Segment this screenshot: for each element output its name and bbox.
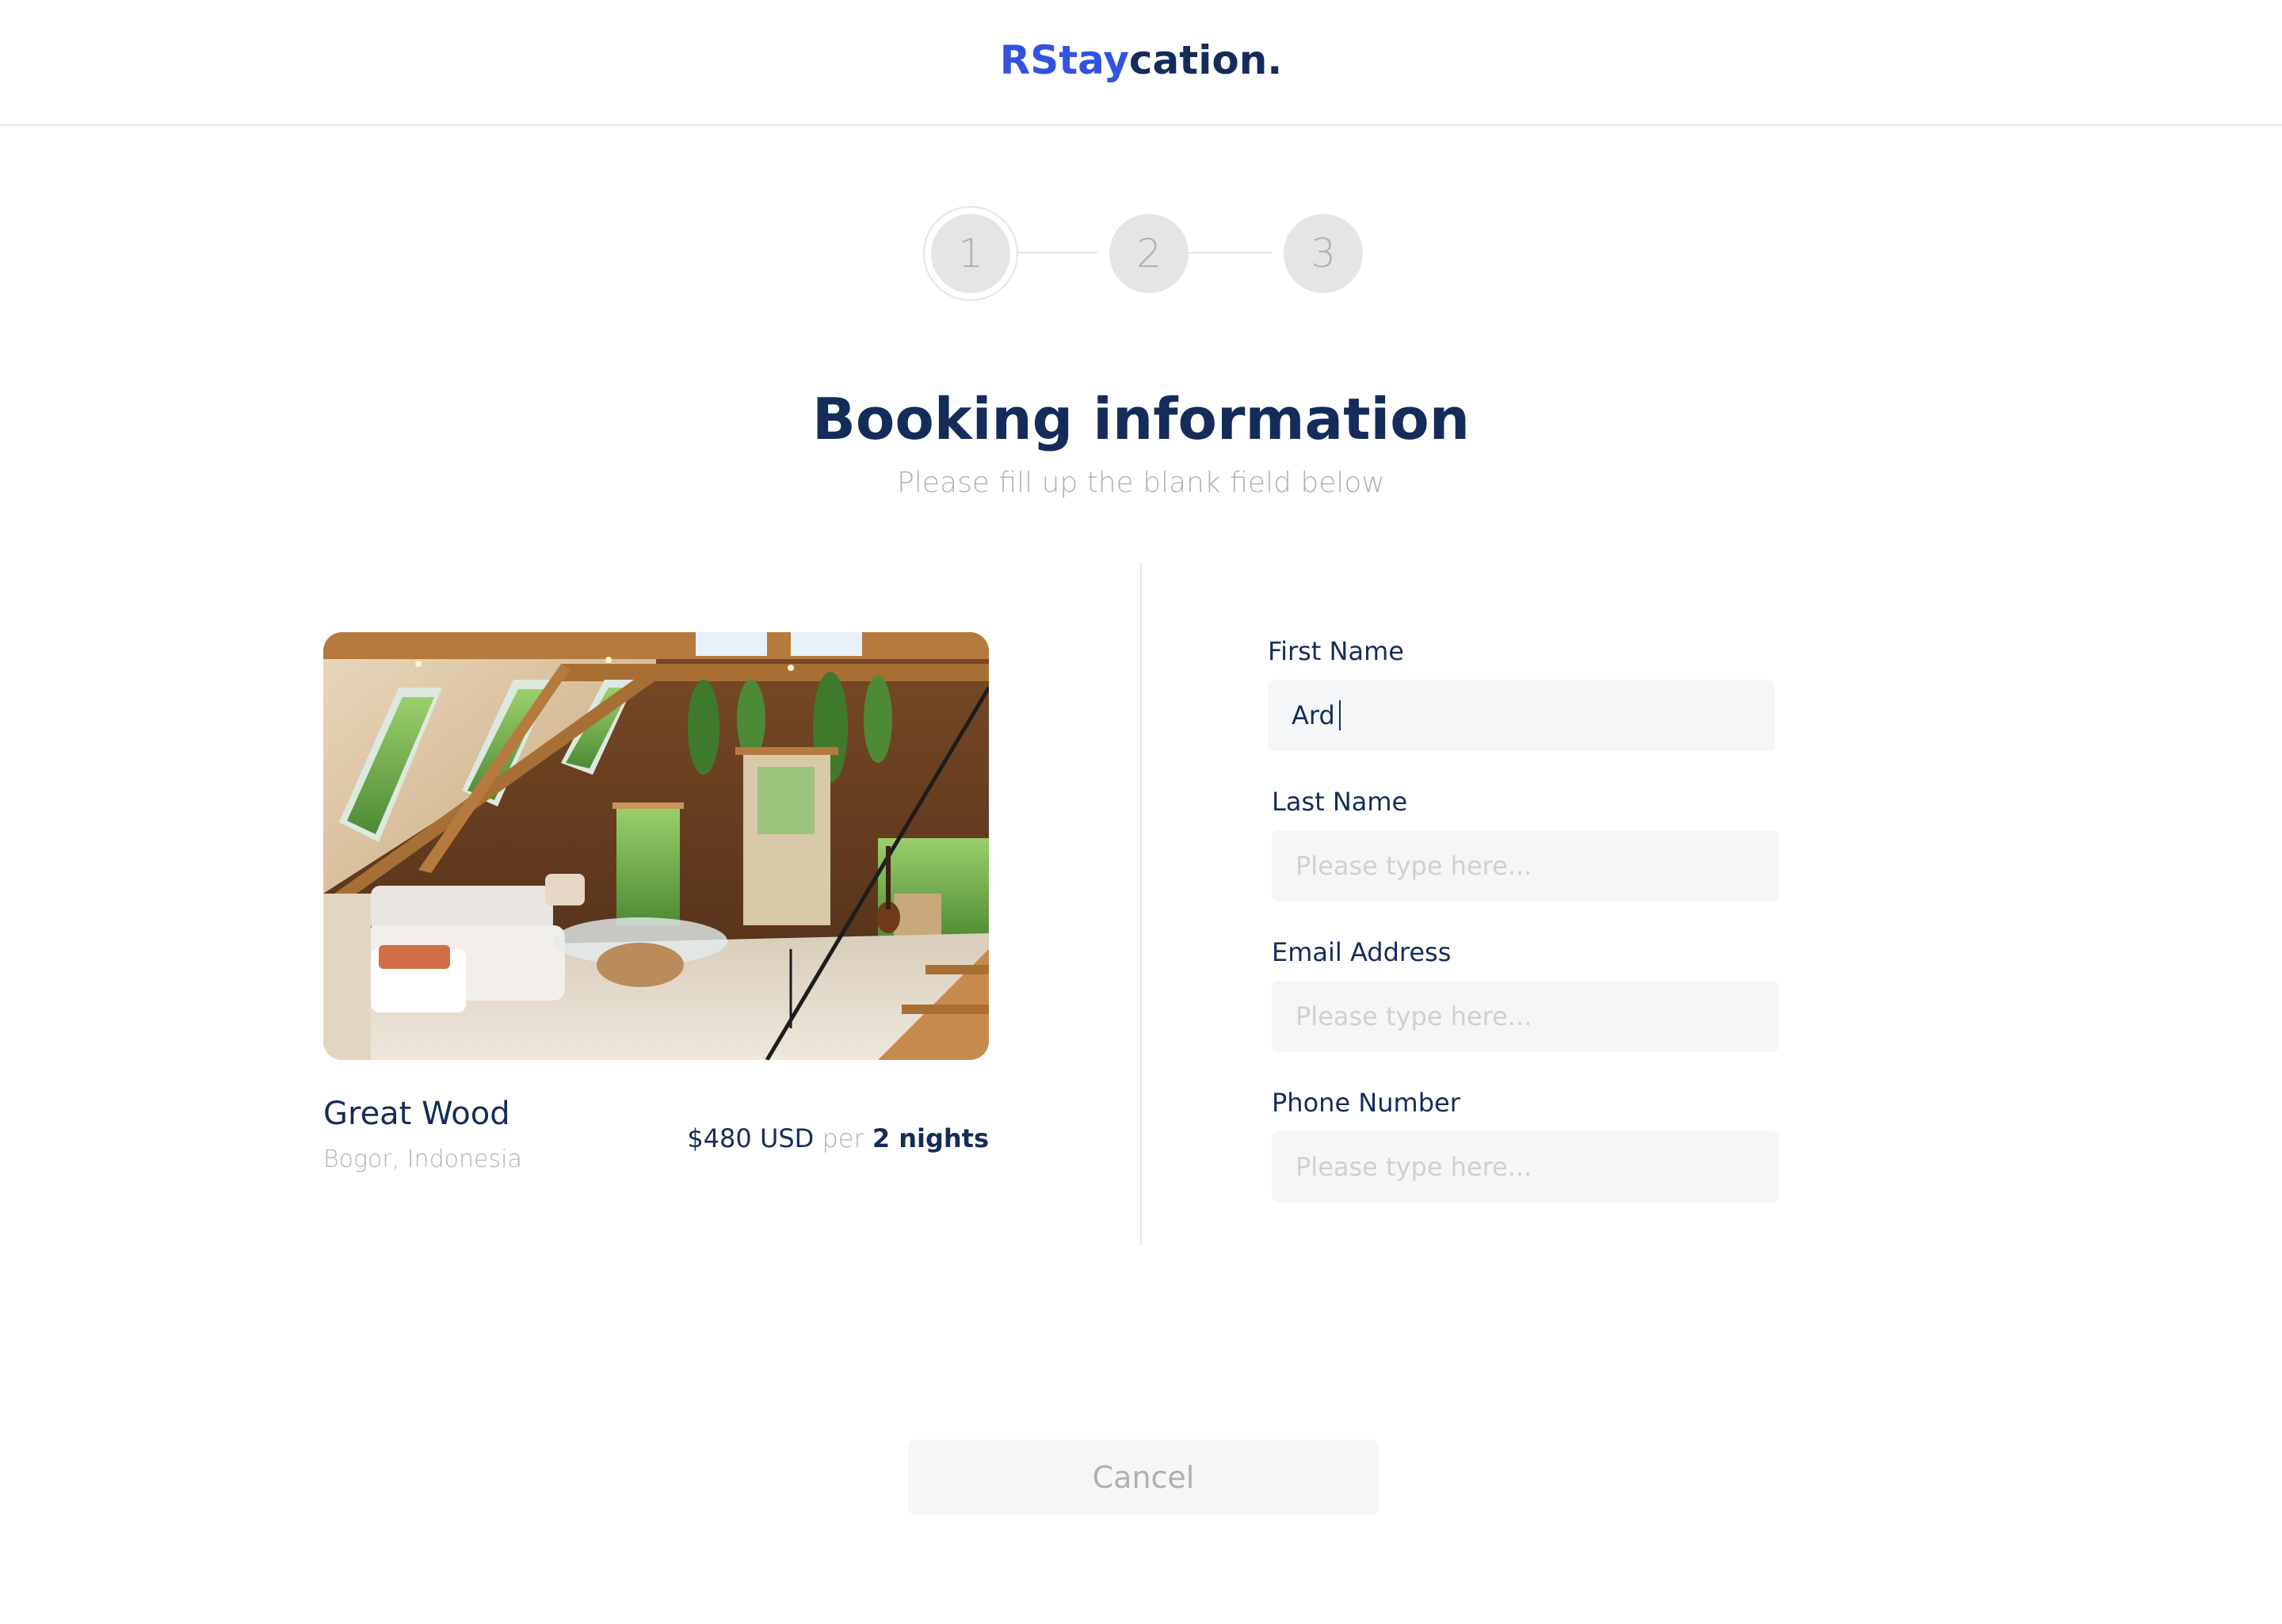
- page-subtitle: Please fill up the blank field below: [897, 467, 1385, 499]
- phone-input[interactable]: [1272, 1131, 1779, 1203]
- property-image: [323, 632, 989, 1060]
- booking-page: RStaycation. 1 2 3 Booking information P…: [0, 0, 2282, 1624]
- last-name-input[interactable]: [1272, 830, 1779, 902]
- text-caret: [1339, 700, 1341, 730]
- property-location: Bogor, Indonesia: [323, 1146, 522, 1173]
- step-number: 3: [1311, 231, 1336, 276]
- stepper-connector: [1177, 252, 1272, 254]
- cancel-button[interactable]: Cancel: [908, 1439, 1379, 1515]
- first-name-input[interactable]: [1268, 680, 1775, 751]
- property-name: Great Wood: [323, 1096, 510, 1132]
- property-price: $480 USD per 2 nights: [681, 1123, 989, 1153]
- step-number: 2: [1136, 231, 1162, 276]
- stepper: 1 2 3: [923, 206, 1367, 301]
- price-amount: $480 USD: [687, 1123, 815, 1153]
- step-number: 1: [958, 231, 983, 276]
- brand-logo-secondary: cation.: [1128, 36, 1283, 83]
- page-title: Booking information: [812, 386, 1470, 452]
- price-per: per: [822, 1123, 864, 1153]
- first-name-label: First Name: [1268, 636, 1404, 666]
- step-3: 3: [1284, 214, 1363, 293]
- step-1: 1: [931, 214, 1010, 293]
- living-room-photo-icon: [323, 632, 989, 1060]
- email-input[interactable]: [1272, 981, 1779, 1052]
- step-2: 2: [1109, 214, 1189, 293]
- brand-logo-primary: RStay: [999, 36, 1129, 83]
- phone-label: Phone Number: [1272, 1088, 1460, 1118]
- price-duration: 2 nights: [872, 1123, 989, 1153]
- header: RStaycation.: [0, 0, 2282, 126]
- email-label: Email Address: [1272, 937, 1452, 967]
- last-name-label: Last Name: [1272, 787, 1408, 817]
- column-divider: [1140, 562, 1142, 1245]
- brand-logo[interactable]: RStaycation.: [1000, 37, 1283, 83]
- stepper-connector: [1002, 252, 1097, 254]
